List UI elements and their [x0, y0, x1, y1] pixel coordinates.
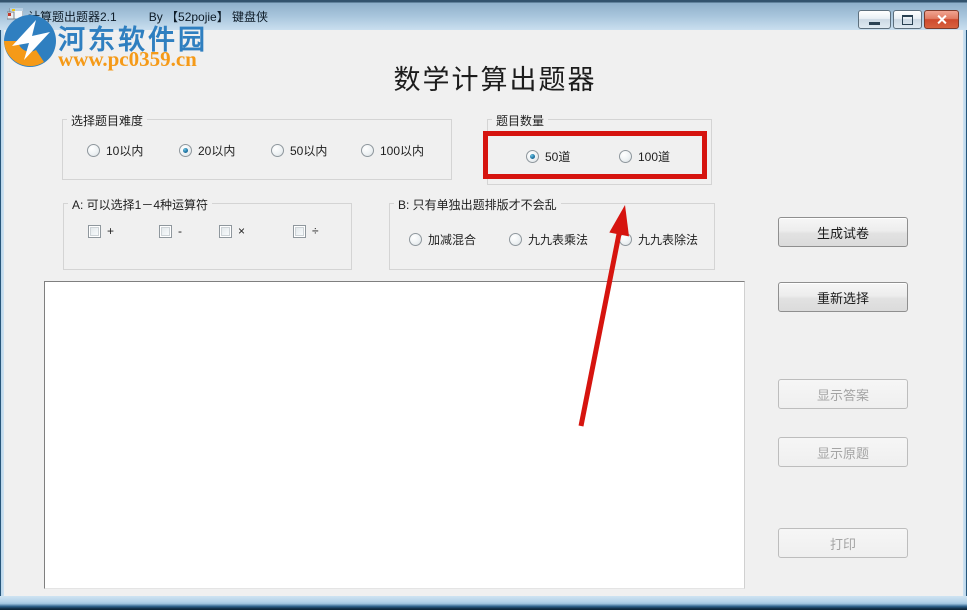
difficulty-group-label: 选择题目难度 [67, 112, 147, 129]
app-icon [7, 8, 23, 23]
option-label: 50道 [545, 148, 570, 165]
option-label: 20以内 [198, 142, 235, 159]
option-label: + [107, 224, 114, 238]
radio-icon [619, 150, 632, 163]
difficulty-radio-100[interactable]: 100以内 [361, 142, 424, 159]
option-label: - [178, 224, 182, 238]
operator-checkbox-minus[interactable]: - [159, 224, 182, 238]
count-radio-100[interactable]: 100道 [619, 148, 670, 165]
window-title: 计算题出题器2.1 By 【52pojie】 键盘侠 [28, 8, 268, 25]
title-bar: 计算题出题器2.1 By 【52pojie】 键盘侠 [0, 0, 967, 30]
window-frame-right [963, 30, 967, 596]
option-label: 100道 [638, 148, 670, 165]
minimize-icon [869, 22, 880, 25]
page-title: 数学计算出题器 [280, 58, 710, 97]
difficulty-radio-50[interactable]: 50以内 [271, 142, 327, 159]
mode-radio-division-table[interactable]: 九九表除法 [619, 231, 698, 248]
operators-groupbox: A: 可以选择1－4种运算符 + - × ÷ [63, 203, 352, 270]
window-frame-bottom [0, 596, 967, 610]
checkbox-icon [159, 225, 172, 238]
quantity-group-label: 题目数量 [492, 112, 548, 129]
mode-group-label: B: 只有单独出题排版才不会乱 [394, 196, 561, 213]
app-window: 计算题出题器2.1By 【52pojie】 键盘侠 河东软件园 www.pc03… [0, 0, 967, 610]
close-button[interactable] [924, 10, 959, 29]
difficulty-radio-10[interactable]: 10以内 [87, 142, 143, 159]
count-radio-50[interactable]: 50道 [526, 148, 570, 165]
mode-radio-multiplication-table[interactable]: 九九表乘法 [509, 231, 588, 248]
output-area[interactable] [44, 281, 745, 589]
checkbox-icon [293, 225, 306, 238]
radio-icon [271, 144, 284, 157]
window-byline: By 【52pojie】 键盘侠 [149, 10, 268, 24]
radio-icon [87, 144, 100, 157]
option-label: × [238, 224, 245, 238]
close-icon [936, 14, 947, 25]
option-label: 加减混合 [428, 231, 476, 248]
operator-checkbox-multiply[interactable]: × [219, 224, 245, 238]
minimize-button[interactable] [858, 10, 891, 29]
mode-groupbox: B: 只有单独出题排版才不会乱 加减混合 九九表乘法 九九表除法 [389, 203, 715, 270]
radio-icon [409, 233, 422, 246]
quantity-groupbox: 题目数量 50道 100道 [487, 119, 712, 185]
maximize-icon [902, 15, 913, 25]
option-label: 10以内 [106, 142, 143, 159]
difficulty-groupbox: 选择题目难度 10以内 20以内 50以内 100以内 [62, 119, 452, 180]
show-answers-button[interactable]: 显示答案 [778, 379, 908, 409]
print-button[interactable]: 打印 [778, 528, 908, 558]
operators-group-label: A: 可以选择1－4种运算符 [68, 196, 212, 213]
maximize-button[interactable] [893, 10, 922, 29]
radio-icon [509, 233, 522, 246]
reselect-button[interactable]: 重新选择 [778, 282, 908, 312]
mode-radio-mixed-add-subtract[interactable]: 加减混合 [409, 231, 476, 248]
radio-icon [179, 144, 192, 157]
option-label: ÷ [312, 224, 319, 238]
option-label: 九九表乘法 [528, 231, 588, 248]
operator-checkbox-divide[interactable]: ÷ [293, 224, 319, 238]
option-label: 50以内 [290, 142, 327, 159]
difficulty-radio-20[interactable]: 20以内 [179, 142, 235, 159]
checkbox-icon [219, 225, 232, 238]
show-questions-button[interactable]: 显示原题 [778, 437, 908, 467]
radio-icon [526, 150, 539, 163]
operator-checkbox-plus[interactable]: + [88, 224, 114, 238]
radio-icon [619, 233, 632, 246]
option-label: 九九表除法 [638, 231, 698, 248]
window-title-text: 计算题出题器2.1 [28, 10, 117, 24]
option-label: 100以内 [380, 142, 424, 159]
radio-icon [361, 144, 374, 157]
generate-paper-button[interactable]: 生成试卷 [778, 217, 908, 247]
checkbox-icon [88, 225, 101, 238]
